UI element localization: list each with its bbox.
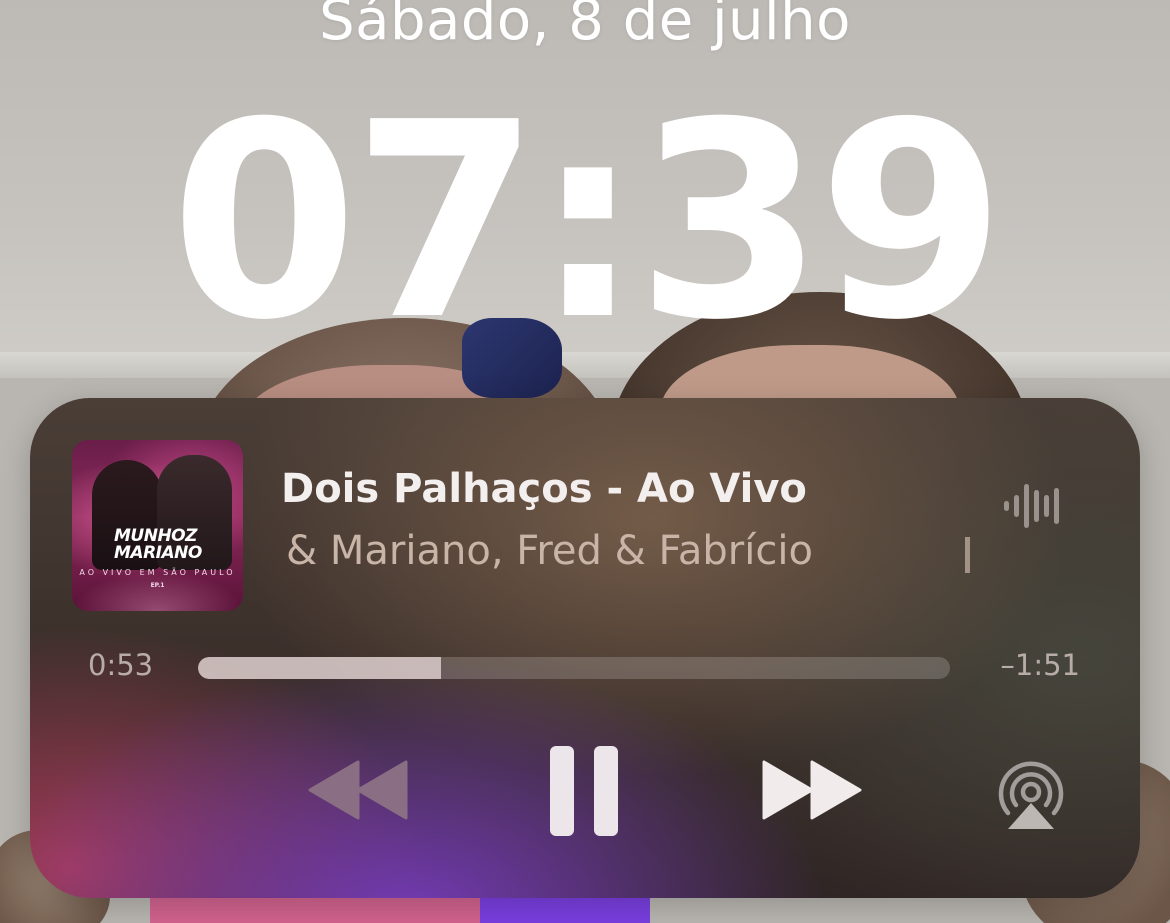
airplay-button[interactable] [992, 755, 1070, 833]
forward-button[interactable] [760, 760, 862, 820]
album-art-lights [72, 571, 243, 611]
forward-icon [762, 760, 862, 820]
track-artist: & Mariano, Fred & Fabrício [286, 528, 813, 574]
remaining-time: –1:51 [1000, 648, 1080, 682]
waveform-icon [1004, 484, 1059, 528]
progress-scrubber[interactable] [198, 657, 950, 679]
artist-marquee-overflow [965, 537, 970, 573]
album-art-subtitle: AO VIVO EM SÃO PAULO [79, 568, 236, 577]
album-art[interactable]: MUNHOZ MARIANO AO VIVO EM SÃO PAULO EP.1 [72, 440, 243, 611]
lockscreen-clock: 07:39 [170, 64, 1005, 379]
album-art-logo-line: MARIANO [114, 543, 202, 563]
airplay-icon [998, 761, 1064, 829]
progress-fill [198, 657, 441, 679]
pause-button[interactable] [548, 744, 620, 838]
elapsed-time: 0:53 [88, 648, 154, 682]
album-art-logo: MUNHOZ MARIANO [114, 528, 224, 562]
rewind-button[interactable] [308, 760, 410, 820]
backward-icon [308, 760, 408, 820]
lockscreen-date: Sábado, 8 de julho [319, 0, 851, 53]
track-artist-container[interactable]: & Mariano, Fred & Fabrício [281, 528, 981, 584]
now-playing-widget[interactable]: MUNHOZ MARIANO AO VIVO EM SÃO PAULO EP.1… [30, 398, 1140, 898]
album-art-edition: EP.1 [150, 582, 165, 589]
track-title[interactable]: Dois Palhaços - Ao Vivo [281, 466, 981, 512]
lock-screen: Sábado, 8 de julho 07:39 MUNHOZ MARIANO … [0, 0, 1170, 923]
pause-icon [550, 746, 618, 836]
